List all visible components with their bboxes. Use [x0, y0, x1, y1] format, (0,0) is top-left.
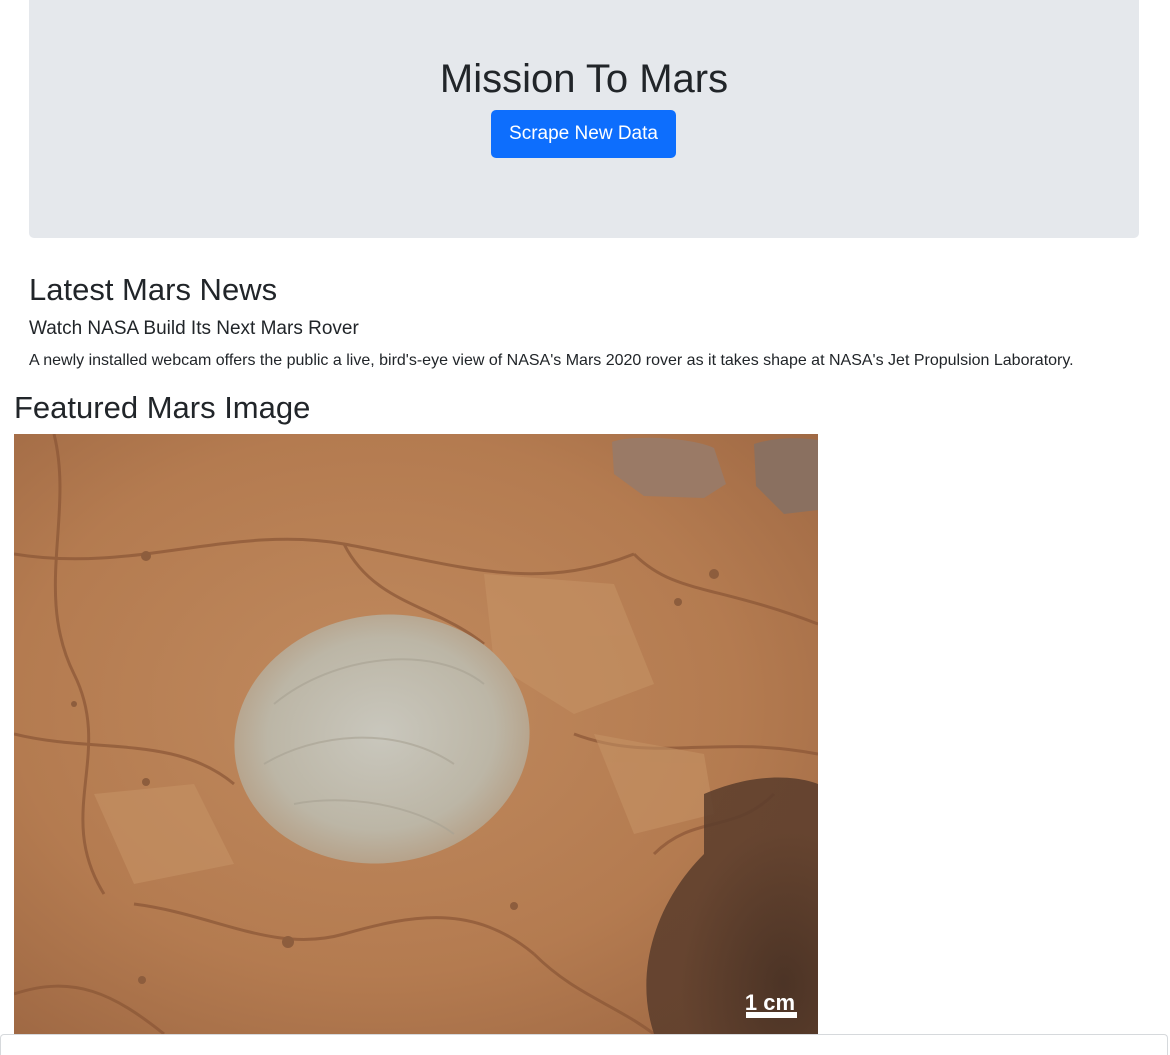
featured-mars-image: 1 cm	[14, 434, 818, 1034]
news-teaser: A newly installed webcam offers the publ…	[29, 352, 1074, 369]
featured-image-heading: Featured Mars Image	[14, 390, 311, 425]
bottom-edge	[0, 1034, 1168, 1055]
news-headline: Watch NASA Build Its Next Mars Rover	[29, 318, 359, 339]
scale-label: 1 cm	[745, 990, 795, 1015]
page-title: Mission To Mars	[439, 57, 729, 101]
scale-bar	[746, 1012, 797, 1018]
latest-news-heading: Latest Mars News	[29, 272, 278, 307]
page: Mission To Mars Scrape New Data Latest M…	[0, 0, 1170, 1055]
scrape-new-data-button[interactable]: Scrape New Data	[491, 110, 676, 158]
header-jumbotron: Mission To Mars Scrape New Data	[29, 0, 1139, 238]
